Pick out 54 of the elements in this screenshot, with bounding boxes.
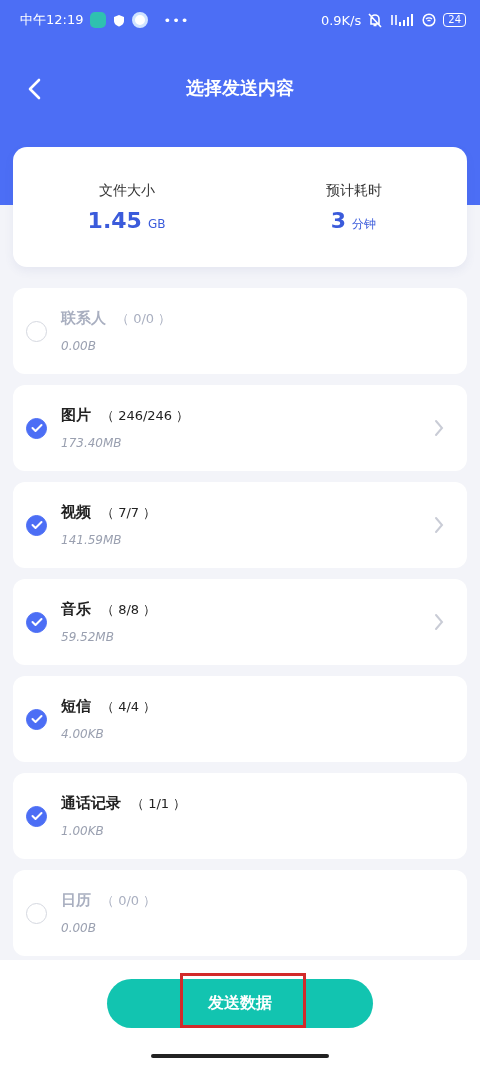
category-name: 日历 xyxy=(61,891,91,910)
page-title: 选择发送内容 xyxy=(186,76,294,100)
checkbox[interactable] xyxy=(26,611,47,633)
summary-unit: 分钟 xyxy=(352,215,377,233)
checkmark-icon xyxy=(30,520,43,530)
summary-label: 文件大小 xyxy=(98,181,155,200)
checkbox[interactable] xyxy=(26,708,47,730)
summary-label: 预计耗时 xyxy=(325,181,382,200)
category-size: 59.52MB xyxy=(61,630,115,644)
checkbox[interactable] xyxy=(26,514,47,536)
app-icon xyxy=(132,12,149,28)
wifi-icon xyxy=(422,13,437,27)
item-count: （ 4/4 ） xyxy=(101,697,157,716)
item-count: （ 8/8 ） xyxy=(101,600,157,619)
category-name: 通话记录 xyxy=(61,794,121,813)
summary-value: 3 xyxy=(330,207,347,233)
category-card[interactable]: 视频 （ 7/7 ） 141.59MB xyxy=(13,482,467,568)
network-speed: 0.9K/s xyxy=(320,12,362,28)
checkmark-icon xyxy=(30,423,43,433)
back-icon[interactable] xyxy=(27,78,41,100)
more-indicator: ••• xyxy=(163,12,190,28)
category-size: 141.59MB xyxy=(61,533,123,547)
item-count: （ 0/0 ） xyxy=(101,891,157,910)
bell-muted-icon xyxy=(368,12,383,28)
item-count: （ 246/246 ） xyxy=(101,406,190,425)
category-card[interactable]: 短信 （ 4/4 ） 4.00KB xyxy=(13,676,467,762)
category-size: 1.00KB xyxy=(61,824,105,838)
category-name: 音乐 xyxy=(61,600,91,619)
checkbox[interactable] xyxy=(26,805,47,827)
checkmark-icon xyxy=(30,714,43,724)
item-count: （ 7/7 ） xyxy=(101,503,157,522)
summary-value: 1.45 xyxy=(87,207,142,233)
status-time: 中午12:19 xyxy=(20,11,84,29)
category-size: 4.00KB xyxy=(61,727,105,741)
category-name: 短信 xyxy=(61,697,91,716)
category-card[interactable]: 图片 （ 246/246 ） 173.40MB xyxy=(13,385,467,471)
category-size: 0.00B xyxy=(61,921,97,935)
category-name: 图片 xyxy=(61,406,91,425)
summary-unit: GB xyxy=(147,216,166,231)
category-size: 0.00B xyxy=(61,339,97,353)
category-name: 视频 xyxy=(61,503,91,522)
category-name: 联系人 xyxy=(61,309,106,328)
app-icon xyxy=(90,12,107,28)
shield-icon xyxy=(113,13,126,27)
category-size: 173.40MB xyxy=(61,436,123,450)
checkmark-icon xyxy=(30,811,43,821)
signal-icon xyxy=(389,13,416,27)
item-count: （ 0/0 ） xyxy=(116,309,172,328)
checkmark-icon xyxy=(30,617,43,627)
checkbox[interactable] xyxy=(26,417,47,439)
item-count: （ 1/1 ） xyxy=(131,794,187,813)
category-card[interactable]: 音乐 （ 8/8 ） 59.52MB xyxy=(13,579,467,665)
category-card[interactable]: 通话记录 （ 1/1 ） 1.00KB xyxy=(13,773,467,859)
battery-indicator: 24 xyxy=(443,13,466,27)
